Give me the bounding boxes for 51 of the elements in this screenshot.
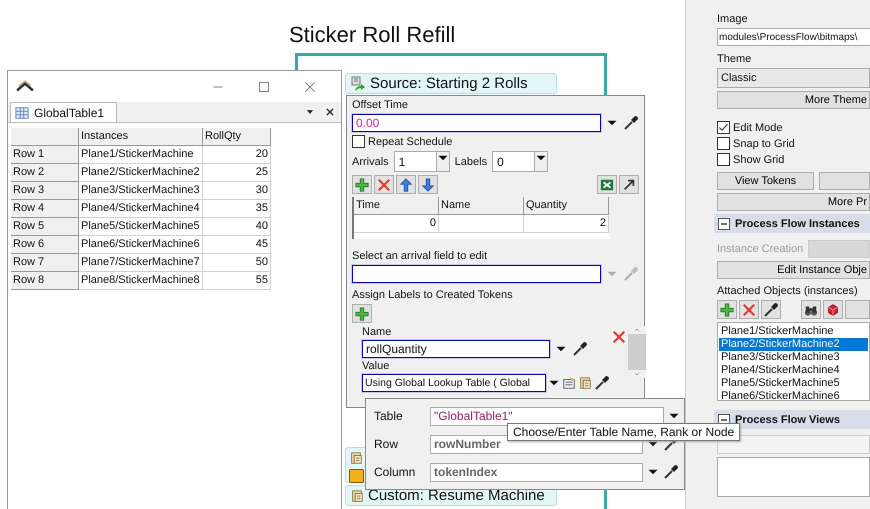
field-label: Name (362, 326, 392, 338)
canvas-title: Sticker Roll Refill (289, 22, 456, 48)
field-label: Select an arrival field to edit (352, 250, 488, 262)
table-cell: Plane6/StickerMachine6 (79, 236, 203, 254)
row-header: Row 2 (11, 164, 79, 182)
row-header: Row 5 (11, 218, 79, 236)
field-label: Row (374, 437, 400, 451)
checkbox-label: Repeat Schedule (368, 136, 452, 148)
table-cell: 40 (203, 218, 271, 236)
row-header: Row 3 (11, 182, 79, 200)
field-label: Attached Objects (instances) (717, 285, 859, 297)
checkbox-label: Show Grid (733, 154, 784, 166)
table-cell: Plane8/StickerMachine8 (79, 272, 203, 290)
field-label: Instance Creation (717, 243, 803, 255)
field-label: Arrivals (352, 156, 389, 168)
table-cell: Plane7/StickerMachine7 (79, 254, 203, 272)
table-cell: Plane2/StickerMachine2 (79, 164, 203, 182)
field-label: Theme (717, 53, 752, 65)
table-cell: 50 (203, 254, 271, 272)
row-header: Row 7 (11, 254, 79, 272)
field-label: Offset Time (352, 99, 410, 111)
table-cell: Plane5/StickerMachine5 (79, 218, 203, 236)
table-cell: 30 (203, 182, 271, 200)
column-header: RollQty (203, 128, 271, 146)
column-header: Name (439, 197, 524, 215)
table-cell: 55 (203, 272, 271, 290)
table-cell: 2 (524, 215, 609, 233)
table-cell: 25 (203, 164, 271, 182)
row-header: Row 1 (11, 146, 79, 164)
field-label: Value (362, 360, 390, 372)
table-cell: 20 (203, 146, 271, 164)
checkbox-label: Snap to Grid (733, 138, 795, 150)
field-label: Labels (454, 156, 488, 168)
checkbox-label: Edit Mode (733, 122, 783, 134)
field-label: Table (374, 409, 404, 423)
field-label: Column (374, 465, 416, 479)
row-header: Row 4 (11, 200, 79, 218)
column-header: Instances (79, 128, 203, 146)
section-label: Assign Labels to Created Tokens (352, 289, 514, 301)
tooltip: Choose/Enter Table Name, Rank or Node (507, 423, 740, 441)
column-header: Quantity (524, 197, 609, 215)
table-cell: Plane1/StickerMachine (79, 146, 203, 164)
table-cell: 45 (203, 236, 271, 254)
column-header: Time (354, 197, 439, 215)
field-label: Image (717, 13, 749, 25)
table-cell: 0 (354, 215, 439, 233)
table-cell: 35 (203, 200, 271, 218)
row-header: Row 6 (11, 236, 79, 254)
row-header: Row 8 (11, 272, 79, 290)
table-cell: Plane3/StickerMachine3 (79, 182, 203, 200)
table-cell: Plane4/StickerMachine4 (79, 200, 203, 218)
